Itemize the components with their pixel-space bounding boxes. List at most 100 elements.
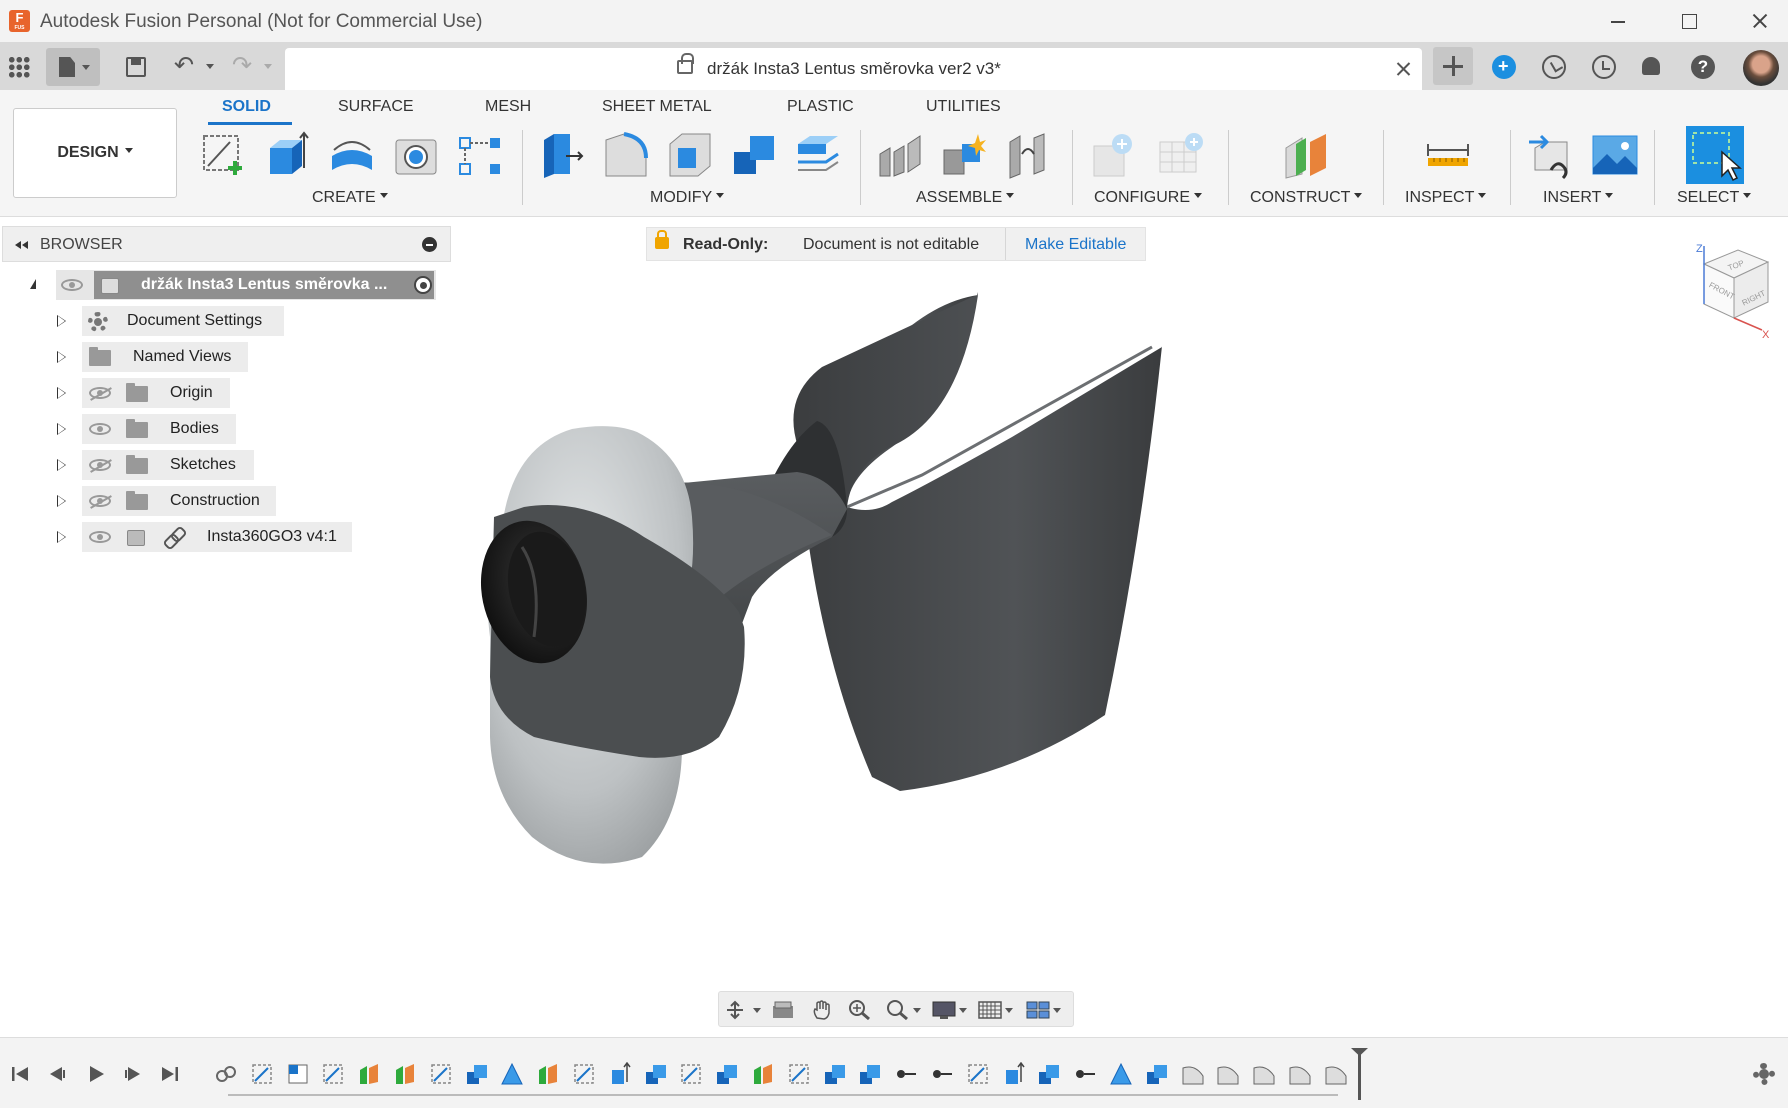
timeline-feature-plane-icon[interactable]	[357, 1062, 381, 1086]
select-icon[interactable]	[1686, 126, 1744, 184]
extensions-icon[interactable]	[1492, 55, 1516, 79]
timeline-feature-fillet-icon[interactable]	[1181, 1062, 1205, 1086]
expand-triangle-icon[interactable]	[57, 495, 66, 507]
close-tab-icon[interactable]	[1394, 60, 1412, 78]
zoom-icon[interactable]	[847, 1000, 871, 1020]
viewcube[interactable]: Z X TOP FRONT RIGHT	[1684, 242, 1772, 342]
timeline-feature-sketch-icon[interactable]	[679, 1062, 703, 1086]
hole-icon[interactable]	[392, 130, 440, 180]
minimize-button[interactable]	[1595, 6, 1641, 36]
user-avatar[interactable]	[1743, 50, 1779, 86]
timeline-feature-joint-icon[interactable]	[894, 1062, 918, 1086]
expand-triangle-icon[interactable]	[57, 351, 66, 363]
collapse-panel-icon[interactable]	[13, 241, 28, 249]
save-icon[interactable]	[126, 57, 146, 77]
look-at-icon[interactable]	[771, 1000, 795, 1020]
timeline-feature-combine-icon[interactable]	[465, 1062, 489, 1086]
modify-menu[interactable]: MODIFY	[650, 189, 725, 207]
change-parameters-icon[interactable]	[1090, 130, 1138, 180]
timeline-feature-sketch-icon[interactable]	[429, 1062, 453, 1086]
timeline-feature-combine-icon[interactable]	[715, 1062, 739, 1086]
timeline-feature-joint-icon[interactable]	[930, 1062, 954, 1086]
play-icon[interactable]	[86, 1065, 106, 1083]
timeline-marker[interactable]	[1358, 1052, 1361, 1100]
visibility-hidden-icon[interactable]	[89, 495, 111, 507]
orbit-icon[interactable]	[725, 1000, 765, 1020]
construct-menu[interactable]: CONSTRUCT	[1250, 189, 1363, 207]
timeline-feature-combine-icon[interactable]	[823, 1062, 847, 1086]
timeline-feature-combine-icon[interactable]	[1145, 1062, 1169, 1086]
data-panel-grid-icon[interactable]	[8, 56, 30, 78]
press-pull-icon[interactable]	[538, 130, 586, 180]
file-menu-button[interactable]	[46, 48, 100, 86]
timeline-feature-extrude-icon[interactable]	[608, 1062, 632, 1086]
undo-icon[interactable]: ↶	[174, 54, 194, 82]
visibility-eye-icon[interactable]	[61, 279, 83, 291]
create-sketch-icon[interactable]	[200, 130, 248, 180]
timeline-feature-combine-icon[interactable]	[858, 1062, 882, 1086]
tab-surface[interactable]: SURFACE	[338, 98, 414, 116]
tab-plastic[interactable]: PLASTIC	[787, 98, 854, 116]
inspect-menu[interactable]: INSPECT	[1405, 189, 1487, 207]
tab-utilities[interactable]: UTILITIES	[926, 98, 1001, 116]
maximize-button[interactable]	[1666, 6, 1712, 36]
offset-face-icon[interactable]	[794, 130, 842, 180]
go-to-end-icon[interactable]	[160, 1065, 180, 1083]
insert-menu[interactable]: INSERT	[1543, 189, 1614, 207]
expand-triangle-icon[interactable]	[57, 315, 66, 327]
expand-triangle-icon[interactable]	[57, 531, 66, 543]
timeline-feature-sketch-icon[interactable]	[250, 1062, 274, 1086]
timeline-feature-plane-icon[interactable]	[393, 1062, 417, 1086]
visibility-eye-icon[interactable]	[89, 423, 111, 435]
tab-mesh[interactable]: MESH	[485, 98, 531, 116]
activate-radio-icon[interactable]	[414, 276, 432, 294]
close-window-button[interactable]	[1737, 6, 1783, 36]
minimize-panel-icon[interactable]	[422, 237, 437, 252]
configure-table-icon[interactable]	[1156, 130, 1204, 180]
visibility-eye-icon[interactable]	[89, 531, 111, 543]
step-back-icon[interactable]	[48, 1065, 68, 1083]
timeline-feature-cut-icon[interactable]	[286, 1062, 310, 1086]
timeline-feature-combine-icon[interactable]	[1037, 1062, 1061, 1086]
display-settings-icon[interactable]	[931, 1000, 971, 1020]
timeline-feature-sketch-icon[interactable]	[966, 1062, 990, 1086]
timeline-feature-fillet-icon[interactable]	[1324, 1062, 1348, 1086]
assemble-menu[interactable]: ASSEMBLE	[916, 189, 1015, 207]
timeline-feature-joint-icon[interactable]	[1073, 1062, 1097, 1086]
timeline-feature-sketch-icon[interactable]	[321, 1062, 345, 1086]
expand-triangle-icon[interactable]	[57, 387, 66, 399]
joint-icon[interactable]	[940, 130, 988, 180]
tab-solid[interactable]: SOLID	[222, 98, 271, 116]
help-icon[interactable]: ?	[1691, 55, 1715, 79]
design-canvas[interactable]	[452, 217, 1788, 1037]
timeline-feature-plane-icon[interactable]	[536, 1062, 560, 1086]
fillet-icon[interactable]	[602, 130, 650, 180]
fit-zoom-icon[interactable]	[885, 1000, 925, 1020]
expand-triangle-icon[interactable]	[57, 423, 66, 435]
measure-icon[interactable]	[1424, 130, 1472, 180]
new-tab-button[interactable]	[1433, 47, 1473, 85]
browser-root-row[interactable]: držák Insta3 Lentus směrovka ...	[26, 270, 446, 300]
expand-triangle-icon[interactable]	[57, 459, 66, 471]
timeline-feature-cone-icon[interactable]	[1109, 1062, 1133, 1086]
timeline-feature-cone-icon[interactable]	[500, 1062, 524, 1086]
timeline-settings-gear-icon[interactable]	[1753, 1063, 1775, 1085]
shell-icon[interactable]	[666, 130, 714, 180]
viewports-icon[interactable]	[1025, 1000, 1065, 1020]
new-component-icon[interactable]	[876, 130, 924, 180]
step-forward-icon[interactable]	[122, 1065, 142, 1083]
go-to-start-icon[interactable]	[10, 1065, 30, 1083]
as-built-joint-icon[interactable]	[1004, 130, 1052, 180]
insert-derive-icon[interactable]	[1527, 130, 1575, 180]
expanded-triangle-icon[interactable]	[30, 279, 36, 289]
pattern-icon[interactable]	[456, 130, 504, 180]
timeline-feature-extrude-icon[interactable]	[1002, 1062, 1026, 1086]
redo-dropdown-icon[interactable]	[264, 64, 272, 73]
pan-hand-icon[interactable]	[811, 1000, 835, 1020]
job-status-icon[interactable]	[1542, 55, 1566, 79]
undo-dropdown-icon[interactable]	[206, 64, 214, 73]
visibility-hidden-icon[interactable]	[89, 459, 111, 471]
insert-canvas-icon[interactable]	[1591, 130, 1639, 180]
create-menu[interactable]: CREATE	[312, 189, 388, 207]
timeline-feature-fillet-icon[interactable]	[1252, 1062, 1276, 1086]
